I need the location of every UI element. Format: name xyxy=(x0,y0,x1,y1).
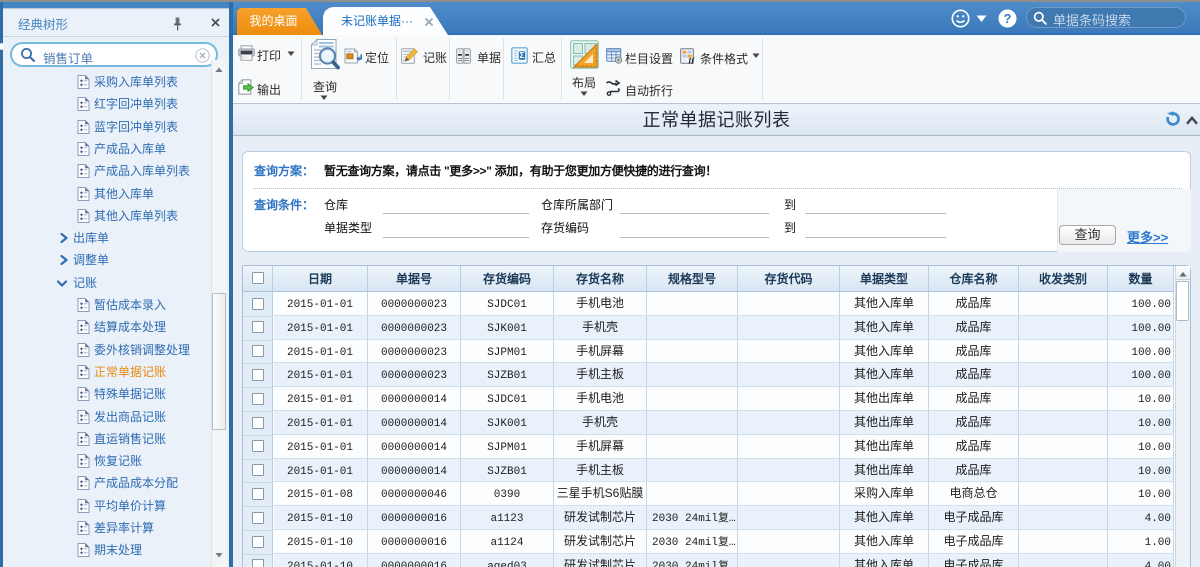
svg-text:If: If xyxy=(687,56,695,64)
svg-text:?: ? xyxy=(1004,11,1012,26)
svg-text:Σ: Σ xyxy=(519,50,524,60)
